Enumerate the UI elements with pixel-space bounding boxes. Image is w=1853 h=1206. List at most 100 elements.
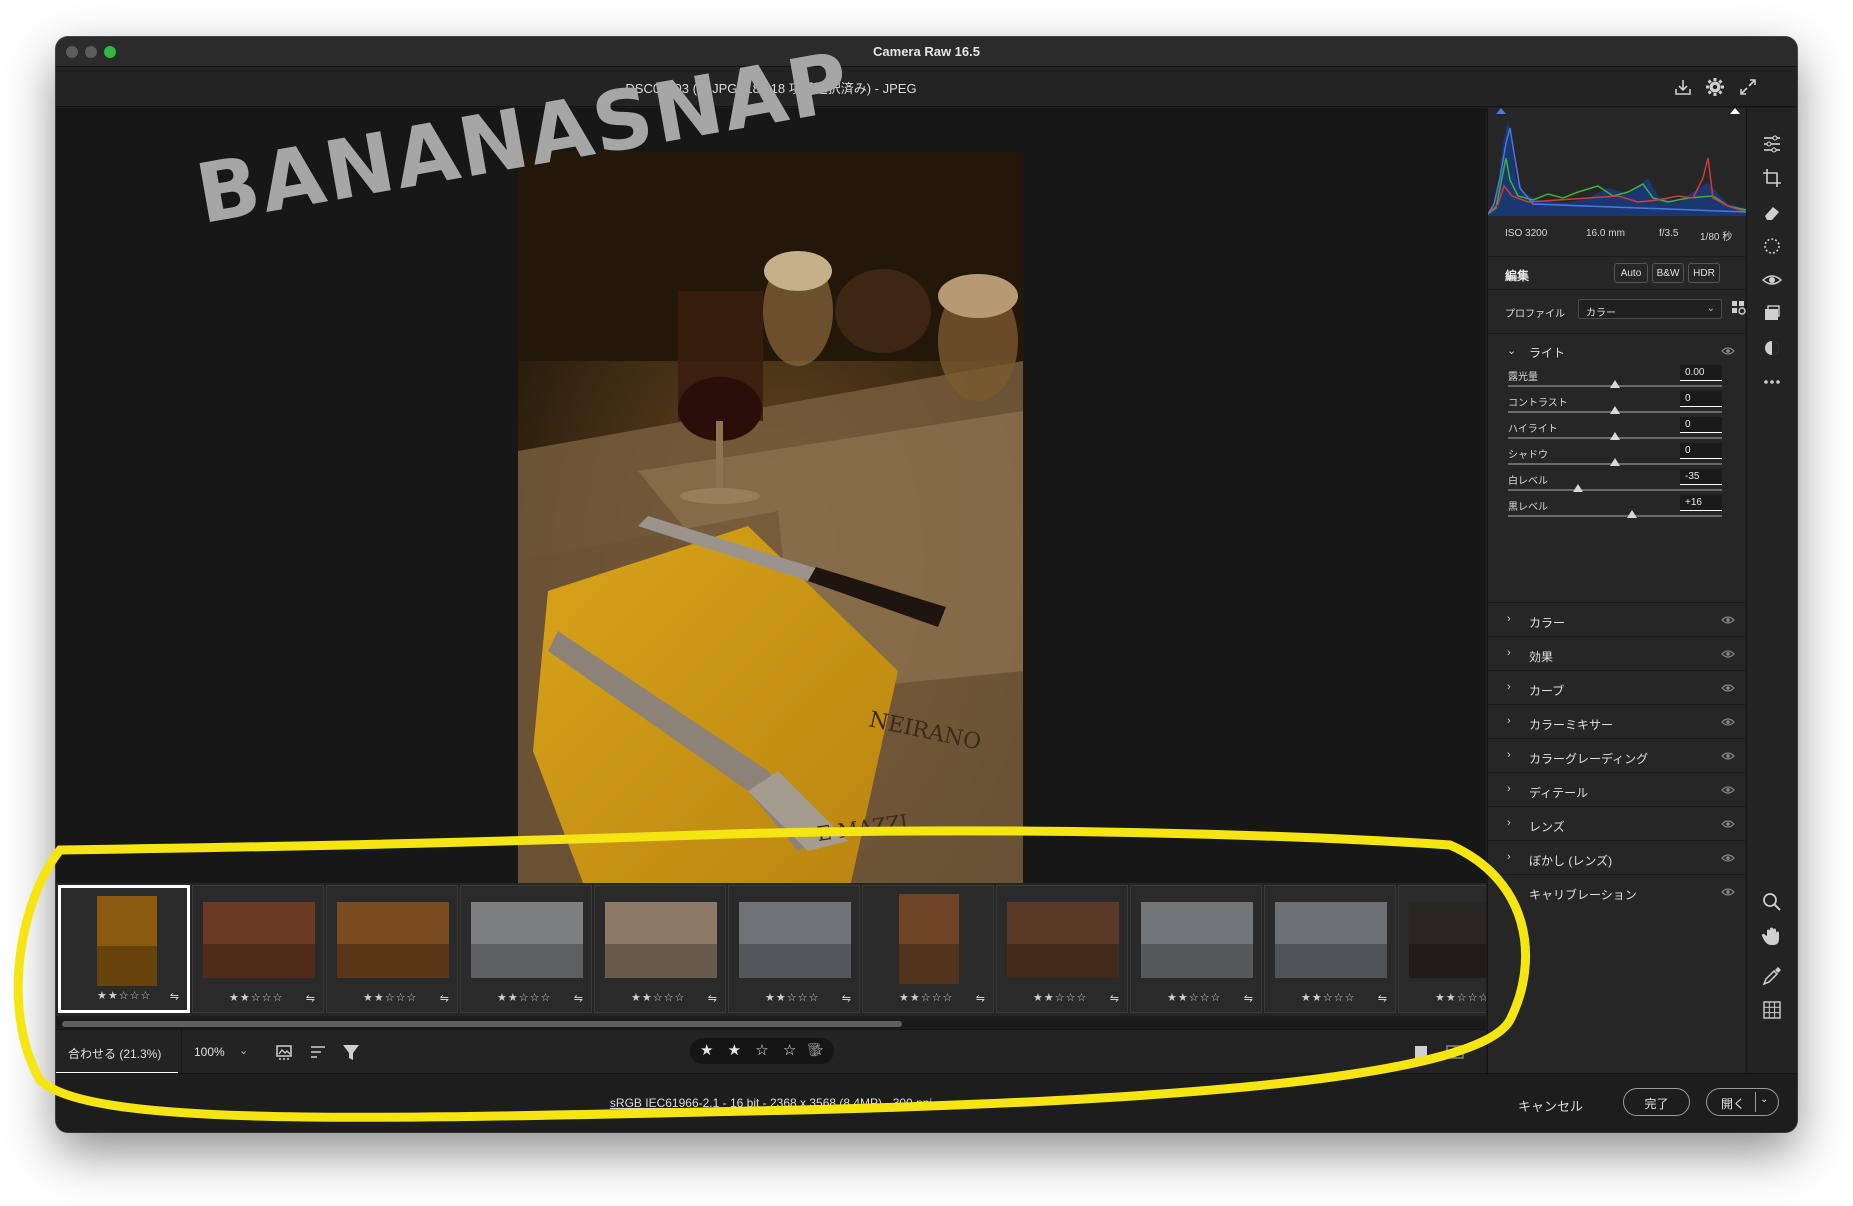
- filmstrip-thumbnail[interactable]: ★★☆☆☆⇋: [1130, 885, 1262, 1013]
- image-canvas[interactable]: NEIRANO E MAZZI BANANASNAP: [56, 37, 1486, 896]
- workflow-options-link[interactable]: sRGB IEC61966-2.1 - 16 bit - 2368 x 3568…: [56, 1096, 1486, 1110]
- slider-thumb[interactable]: [1610, 432, 1620, 440]
- slider-thumb[interactable]: [1627, 510, 1638, 518]
- thumbnail-rating[interactable]: ★★☆☆☆: [363, 991, 417, 1004]
- open-button[interactable]: 開く ⌄: [1706, 1088, 1779, 1116]
- chevron-right-icon[interactable]: ›: [1507, 613, 1511, 625]
- slider-thumb[interactable]: [1610, 458, 1620, 466]
- rating-control[interactable]: ★ ★ ☆ ☆ ☆ 🗑: [690, 1038, 834, 1064]
- eraser-icon[interactable]: [1760, 200, 1784, 224]
- filmstrip[interactable]: ★★☆☆☆ ⇋ ★★☆☆☆ ⇋ ★★☆☆☆ ⇋ ★★☆☆☆ ⇋ ★★☆☆☆ ⇋ ★★☆☆☆ ⇋ ★★☆☆…: [56, 883, 1486, 1016]
- filmstrip-thumbnail[interactable]: ★★☆☆☆⇋: [1264, 885, 1396, 1013]
- thumbnail-rating[interactable]: ★★☆☆☆: [1301, 991, 1355, 1004]
- slider-thumb[interactable]: [1572, 484, 1583, 492]
- panel-section[interactable]: › カラーミキサー: [1488, 704, 1746, 738]
- eyedropper-icon[interactable]: [1760, 964, 1784, 988]
- more-icon[interactable]: [1760, 370, 1784, 394]
- panel-section[interactable]: › キャリブレーション: [1488, 874, 1746, 908]
- filmstrip-view-icon[interactable]: [274, 1041, 296, 1063]
- chevron-right-icon[interactable]: ›: [1507, 749, 1511, 761]
- filmstrip-thumbnail[interactable]: ★★☆☆☆⇋: [594, 885, 726, 1013]
- eye-icon[interactable]: [1721, 615, 1735, 625]
- thumbnail-rating[interactable]: ★★☆☆☆: [899, 991, 953, 1004]
- filmstrip-thumbnail[interactable]: ★★☆☆☆⇋: [728, 885, 860, 1013]
- trash-icon[interactable]: 🗑: [805, 1042, 822, 1058]
- filmstrip-thumbnail[interactable]: ★★☆☆☆⇋: [58, 885, 190, 1013]
- eye-icon[interactable]: [1721, 649, 1735, 659]
- bw-button[interactable]: B&W: [1652, 263, 1684, 283]
- section-title[interactable]: ディテール: [1529, 784, 1588, 801]
- panel-section[interactable]: › カラー: [1488, 602, 1746, 636]
- auto-button[interactable]: Auto: [1614, 263, 1648, 283]
- filmstrip-thumbnail[interactable]: ★★☆☆☆⇋: [996, 885, 1128, 1013]
- hdr-button[interactable]: HDR: [1688, 263, 1720, 283]
- thumbnail-rating[interactable]: ★★☆☆☆: [1167, 991, 1221, 1004]
- edit-sliders-icon[interactable]: [1760, 132, 1784, 156]
- eye-icon[interactable]: [1721, 819, 1735, 829]
- slider-value-input[interactable]: 0: [1680, 417, 1722, 433]
- filter-icon[interactable]: [340, 1041, 362, 1063]
- filmstrip-thumbnail[interactable]: ★★☆☆☆⇋: [192, 885, 324, 1013]
- chevron-down-icon[interactable]: ⌄: [1507, 344, 1516, 357]
- thumbnail-rating[interactable]: ★★☆☆☆: [1033, 991, 1087, 1004]
- filmstrip-thumbnail[interactable]: ★★☆☆☆⇋: [1398, 885, 1486, 1013]
- slider-value-input[interactable]: 0: [1680, 443, 1722, 459]
- slider-thumb[interactable]: [1610, 380, 1620, 388]
- slider-value-input[interactable]: 0: [1680, 391, 1722, 407]
- panel-section[interactable]: › カーブ: [1488, 670, 1746, 704]
- slider-value-input[interactable]: +16: [1680, 495, 1722, 511]
- snapshots-icon[interactable]: [1760, 336, 1784, 360]
- grid-overlay-icon[interactable]: [1760, 998, 1784, 1022]
- chevron-right-icon[interactable]: ›: [1507, 851, 1511, 863]
- done-button[interactable]: 完了: [1623, 1088, 1690, 1116]
- thumbnail-rating[interactable]: ★★☆☆☆: [497, 991, 551, 1004]
- panel-section[interactable]: › レンズ: [1488, 806, 1746, 840]
- crop-icon[interactable]: [1760, 166, 1784, 190]
- eye-icon[interactable]: [1721, 683, 1735, 693]
- open-options-icon[interactable]: ⌄: [1760, 1094, 1768, 1105]
- filmstrip-thumbnail[interactable]: ★★☆☆☆⇋: [326, 885, 458, 1013]
- shadow-clipping-indicator[interactable]: [1496, 108, 1506, 114]
- filmstrip-scroll-thumb[interactable]: [62, 1021, 902, 1027]
- eye-icon[interactable]: [1721, 887, 1735, 897]
- chevron-right-icon[interactable]: ›: [1507, 715, 1511, 727]
- cancel-button[interactable]: キャンセル: [1518, 1096, 1583, 1115]
- panel-section[interactable]: › ぼかし (レンズ): [1488, 840, 1746, 874]
- gear-icon[interactable]: [1704, 76, 1726, 98]
- slider-value-input[interactable]: -35: [1680, 469, 1722, 485]
- sort-icon[interactable]: [308, 1041, 330, 1063]
- single-view-icon[interactable]: [1410, 1041, 1432, 1063]
- red-eye-icon[interactable]: [1760, 268, 1784, 292]
- thumbnail-rating[interactable]: ★★☆☆☆: [229, 991, 283, 1004]
- thumbnail-rating[interactable]: ★★☆☆☆: [1435, 991, 1486, 1004]
- compare-view-icon[interactable]: [1444, 1041, 1466, 1063]
- chevron-right-icon[interactable]: ›: [1507, 647, 1511, 659]
- thumbnail-rating[interactable]: ★★☆☆☆: [765, 991, 819, 1004]
- section-title[interactable]: カラー: [1529, 614, 1565, 631]
- chevron-right-icon[interactable]: ›: [1507, 885, 1511, 897]
- light-section-title[interactable]: ライト: [1529, 344, 1565, 361]
- section-title[interactable]: 効果: [1529, 648, 1553, 665]
- eye-icon[interactable]: [1721, 346, 1735, 356]
- filmstrip-scrollbar[interactable]: [58, 1019, 1486, 1029]
- hand-icon[interactable]: [1760, 924, 1784, 948]
- slider-track[interactable]: [1508, 489, 1722, 491]
- panel-section[interactable]: › カラーグレーディング: [1488, 738, 1746, 772]
- profile-select[interactable]: カラー ⌄: [1578, 299, 1722, 319]
- thumbnail-rating[interactable]: ★★☆☆☆: [97, 989, 151, 1002]
- section-title[interactable]: ぼかし (レンズ): [1529, 852, 1612, 869]
- chevron-right-icon[interactable]: ›: [1507, 681, 1511, 693]
- chevron-right-icon[interactable]: ›: [1507, 783, 1511, 795]
- zoom-dropdown-icon[interactable]: ⌄: [239, 1044, 248, 1057]
- eye-icon[interactable]: [1721, 751, 1735, 761]
- masking-icon[interactable]: [1760, 234, 1784, 258]
- eye-icon[interactable]: [1721, 785, 1735, 795]
- panel-section[interactable]: › 効果: [1488, 636, 1746, 670]
- presets-icon[interactable]: [1760, 302, 1784, 326]
- expand-icon[interactable]: [1737, 76, 1759, 98]
- section-title[interactable]: キャリブレーション: [1529, 886, 1637, 903]
- download-icon[interactable]: [1672, 76, 1694, 98]
- section-title[interactable]: カラーグレーディング: [1529, 750, 1648, 767]
- filmstrip-thumbnail[interactable]: ★★☆☆☆⇋: [862, 885, 994, 1013]
- panel-section[interactable]: › ディテール: [1488, 772, 1746, 806]
